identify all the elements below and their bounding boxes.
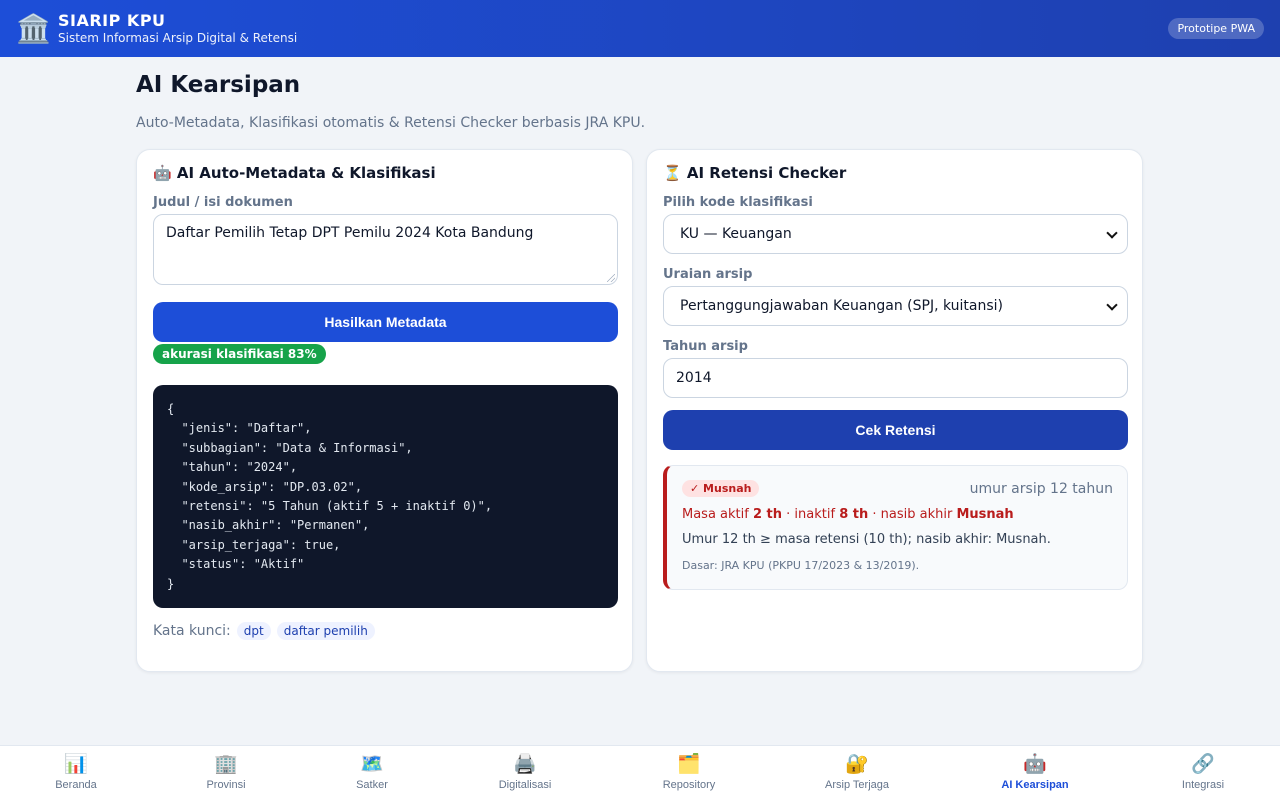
retention-summary: Masa aktif 2 th · inaktif 8 th · nasib a… bbox=[682, 507, 1014, 522]
archive-age: umur arsip 12 tahun bbox=[969, 481, 1113, 497]
cek-retensi-button[interactable]: Cek Retensi bbox=[663, 410, 1128, 450]
chevron-down-icon bbox=[1106, 299, 1118, 311]
masa-aktif-value: 2 th bbox=[752, 507, 783, 522]
uraian-arsip-select[interactable]: Pertanggungjawaban Keuangan (SPJ, kuitan… bbox=[663, 286, 1128, 326]
keywords-label: Kata kunci: bbox=[153, 623, 231, 639]
top-bar: 🏛️ SIARIP KPU Sistem Informasi Arsip Dig… bbox=[0, 0, 1280, 57]
kode-klasifikasi-label: Pilih kode klasifikasi bbox=[663, 195, 813, 210]
app-title: SIARIP KPU bbox=[58, 11, 166, 30]
uraian-arsip-value: Pertanggungjawaban Keuangan (SPJ, kuitan… bbox=[680, 298, 1004, 314]
metadata-json-output: { "jenis": "Daftar", "subbagian": "Data … bbox=[153, 385, 618, 608]
nav-item-beranda[interactable]: 📊 Beranda bbox=[16, 752, 136, 791]
link-icon: 🔗 bbox=[1191, 753, 1215, 775]
building-logo-icon: 🏛️ bbox=[16, 11, 51, 45]
summary-text: Masa aktif bbox=[682, 507, 753, 522]
retensi-result: ✓ Musnah umur arsip 12 tahun Masa aktif … bbox=[663, 465, 1128, 590]
retention-explanation: Umur 12 th ≥ masa retensi (10 th); nasib… bbox=[682, 532, 1051, 547]
keywords-row: Kata kunci: dpt daftar pemilih bbox=[153, 622, 375, 640]
nav-label: Satker bbox=[356, 779, 388, 791]
office-building-icon: 🏢 bbox=[214, 753, 238, 775]
summary-text: · inaktif bbox=[782, 507, 840, 522]
robot-icon: 🤖 bbox=[1023, 753, 1047, 775]
nav-label: Beranda bbox=[55, 779, 97, 791]
map-icon: 🗺️ bbox=[360, 753, 384, 775]
nav-item-integrasi[interactable]: 🔗 Integrasi bbox=[1143, 752, 1263, 791]
summary-text: · nasib akhir bbox=[868, 507, 957, 522]
nav-label: Arsip Terjaga bbox=[825, 779, 889, 791]
document-input-label: Judul / isi dokumen bbox=[153, 195, 293, 210]
metadata-card: 🤖 AI Auto-Metadata & Klasifikasi Judul /… bbox=[136, 149, 633, 672]
nav-item-ai-kearsipan[interactable]: 🤖 AI Kearsipan bbox=[975, 752, 1095, 791]
status-badge: ✓ Musnah bbox=[682, 480, 760, 497]
folder-icon: 🗂️ bbox=[677, 753, 701, 775]
chevron-down-icon bbox=[1106, 227, 1118, 239]
prototype-badge: Prototipe PWA bbox=[1168, 18, 1264, 39]
kode-klasifikasi-value: KU — Keuangan bbox=[680, 226, 792, 242]
nav-item-provinsi[interactable]: 🏢 Provinsi bbox=[166, 752, 286, 791]
inaktif-value: 8 th bbox=[839, 507, 869, 522]
nav-item-arsip-terjaga[interactable]: 🔐 Arsip Terjaga bbox=[797, 752, 917, 791]
document-textarea-value: Daftar Pemilih Tetap DPT Pemilu 2024 Kot… bbox=[166, 225, 534, 241]
resize-handle-icon[interactable] bbox=[607, 274, 615, 282]
document-textarea[interactable]: Daftar Pemilih Tetap DPT Pemilu 2024 Kot… bbox=[153, 214, 618, 285]
accuracy-badge: akurasi klasifikasi 83% bbox=[153, 344, 326, 364]
nasib-akhir-value: Musnah bbox=[956, 507, 1014, 522]
nav-label: Integrasi bbox=[1181, 779, 1225, 791]
retensi-card-title: ⏳ AI Retensi Checker bbox=[663, 164, 847, 182]
nav-label: Repository bbox=[662, 779, 716, 791]
page-title: AI Kearsipan bbox=[136, 72, 301, 98]
tahun-arsip-value: 2014 bbox=[676, 370, 712, 386]
brand: SIARIP KPU Sistem Informasi Arsip Digita… bbox=[58, 11, 297, 46]
bottom-nav: 📊 Beranda 🏢 Provinsi 🗺️ Satker 🖨️ Digita… bbox=[0, 745, 1280, 800]
printer-icon: 🖨️ bbox=[513, 753, 537, 775]
page-subtitle: Auto-Metadata, Klasifikasi otomatis & Re… bbox=[136, 115, 646, 131]
lock-icon: 🔐 bbox=[845, 753, 869, 775]
keyword-chip: daftar pemilih bbox=[276, 622, 375, 640]
metadata-card-title: 🤖 AI Auto-Metadata & Klasifikasi bbox=[153, 164, 436, 182]
generate-metadata-button[interactable]: Hasilkan Metadata bbox=[153, 302, 618, 342]
tahun-arsip-label: Tahun arsip bbox=[663, 339, 748, 354]
keyword-chip: dpt bbox=[236, 622, 271, 640]
retention-basis: Dasar: JRA KPU (PKPU 17/2023 & 13/2019). bbox=[682, 559, 920, 572]
nav-label: Digitalisasi bbox=[498, 779, 552, 791]
uraian-arsip-label: Uraian arsip bbox=[663, 267, 753, 282]
retensi-card: ⏳ AI Retensi Checker Pilih kode klasifik… bbox=[646, 149, 1143, 672]
kode-klasifikasi-select[interactable]: KU — Keuangan bbox=[663, 214, 1128, 254]
app-subtitle: Sistem Informasi Arsip Digital & Retensi bbox=[58, 31, 298, 45]
nav-item-satker[interactable]: 🗺️ Satker bbox=[312, 752, 432, 791]
chart-icon: 📊 bbox=[64, 753, 88, 775]
tahun-arsip-input[interactable]: 2014 bbox=[663, 358, 1128, 398]
nav-label: Provinsi bbox=[206, 779, 246, 791]
nav-item-digitalisasi[interactable]: 🖨️ Digitalisasi bbox=[465, 752, 585, 791]
nav-label: AI Kearsipan bbox=[1001, 779, 1069, 791]
nav-item-repository[interactable]: 🗂️ Repository bbox=[629, 752, 749, 791]
